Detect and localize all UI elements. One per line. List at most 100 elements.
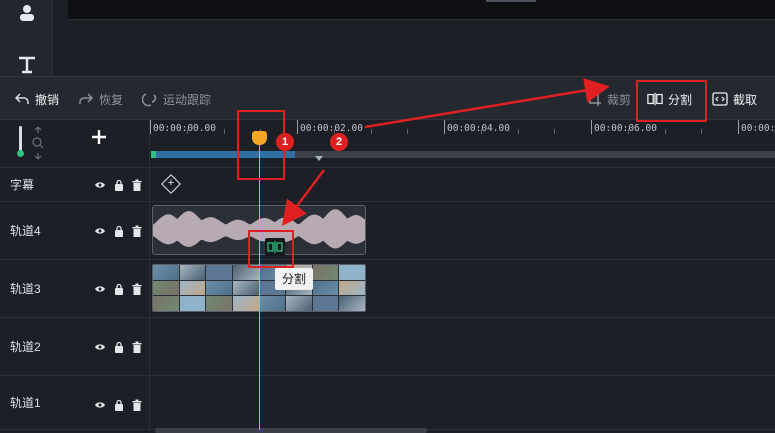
eye-icon[interactable]: [94, 283, 106, 295]
video-thumbnail: [259, 296, 286, 311]
zoom-slider[interactable]: [19, 126, 22, 152]
lock-icon[interactable]: [113, 283, 125, 295]
trim-button[interactable]: 截取: [712, 77, 757, 121]
track-name: 字幕: [10, 178, 35, 192]
eye-icon[interactable]: [94, 399, 106, 411]
lock-icon[interactable]: [113, 225, 125, 237]
eye-icon[interactable]: [94, 341, 106, 353]
motion-tracking-icon: [142, 93, 157, 107]
track-header: 轨道4: [0, 202, 150, 259]
video-thumbnail: [153, 280, 179, 296]
text-icon[interactable]: [16, 56, 38, 78]
top-area: [0, 0, 775, 76]
trash-icon[interactable]: [131, 399, 143, 411]
annotation-box-split-button: [636, 80, 707, 122]
video-thumbnail: [206, 280, 232, 296]
track-row-1: 轨道1: [0, 376, 775, 430]
ruler-tick-label: 00:00:08.00: [741, 123, 775, 134]
ruler-minor-tick: [481, 129, 482, 134]
lock-icon[interactable]: [113, 341, 125, 353]
eye-icon[interactable]: [94, 225, 106, 237]
undo-button[interactable]: 撤销: [14, 77, 59, 121]
track-4-lane[interactable]: [150, 202, 775, 259]
ruler-tick-label: 00:00:04.00: [447, 123, 510, 134]
motion-tracking-label: 运动跟踪: [163, 92, 212, 107]
track-2-lane[interactable]: [150, 318, 775, 375]
lock-icon[interactable]: [113, 179, 125, 191]
zoom-slider-knob[interactable]: [17, 150, 24, 157]
horizontal-scrollbar[interactable]: [155, 428, 427, 433]
video-thumbnail: [286, 296, 312, 311]
trash-icon[interactable]: [131, 179, 143, 191]
trash-icon[interactable]: [131, 283, 143, 295]
redo-label: 恢复: [99, 92, 124, 107]
ruler-major-tick: [444, 120, 445, 134]
track-1-lane[interactable]: [150, 376, 775, 429]
track-3-lane[interactable]: [150, 260, 775, 317]
undo-icon: [14, 93, 29, 104]
track-header: 轨道3: [0, 260, 150, 317]
video-thumbnail: [339, 265, 365, 280]
track-name: 轨道3: [10, 282, 41, 296]
ruler-minor-tick: [224, 129, 225, 134]
track-row-3: 轨道3: [0, 260, 775, 318]
ruler-tick-label: 00:00:06.00: [594, 123, 657, 134]
ruler-minor-tick: [628, 129, 629, 134]
ruler-minor-tick: [407, 129, 408, 134]
crop-button[interactable]: 裁剪: [586, 77, 631, 121]
timeline-start-marker: [151, 151, 156, 158]
split-tooltip: 分割: [275, 268, 313, 290]
annotation-box-clip-split: [248, 230, 294, 268]
video-thumbnail: [312, 265, 339, 280]
add-track-button[interactable]: [88, 128, 110, 150]
ruler-minor-tick: [187, 129, 188, 134]
zoom-icon: [31, 126, 45, 160]
ruler-major-tick: [297, 120, 298, 134]
ruler-minor-tick: [518, 129, 519, 134]
eye-icon[interactable]: [94, 179, 106, 191]
ruler-minor-tick: [701, 129, 702, 134]
video-thumbnail: [312, 296, 339, 311]
video-thumbnail: [339, 280, 365, 296]
timeline-ruler-row: 00:00:00.00 00:00:02.00 00:00:04.00 00:0…: [0, 120, 775, 168]
ruler-minor-tick: [665, 129, 666, 134]
trim-label: 截取: [733, 92, 758, 107]
undo-label: 撤销: [35, 92, 60, 107]
preview-resize-handle[interactable]: [486, 0, 536, 2]
crop-icon: [587, 92, 601, 106]
video-thumbnail: [206, 265, 232, 280]
annotation-badge-2: 2: [330, 133, 348, 151]
add-subtitle-icon[interactable]: +: [161, 174, 181, 194]
video-thumbnail: [232, 280, 259, 296]
person-icon[interactable]: [16, 4, 38, 26]
track-name: 轨道2: [10, 340, 41, 354]
trash-icon[interactable]: [131, 341, 143, 353]
track-row-subtitle: 字幕 +: [0, 168, 775, 202]
track-header: 轨道2: [0, 318, 150, 375]
playhead-line: [259, 140, 260, 430]
video-thumbnail: [179, 265, 206, 280]
left-tool-rail: [0, 0, 53, 76]
track-header: 轨道1: [0, 376, 150, 429]
trash-icon[interactable]: [131, 225, 143, 237]
track-name: 轨道1: [10, 396, 41, 410]
ruler-major-tick: [591, 120, 592, 134]
ruler-tick-label: 00:00:02.00: [300, 123, 363, 134]
redo-icon: [79, 93, 94, 104]
video-thumbnail: [153, 296, 179, 311]
ruler-tick-label: 00:00:00.00: [153, 123, 216, 134]
trim-icon: [712, 92, 728, 106]
crop-label: 裁剪: [607, 92, 632, 107]
motion-tracking-button[interactable]: 运动跟踪: [142, 77, 211, 121]
video-thumbnail: [312, 280, 339, 296]
ruler-major-tick: [738, 120, 739, 134]
annotation-badge-1: 1: [276, 133, 294, 151]
video-thumbnail: [206, 296, 232, 311]
redo-button[interactable]: 恢复: [78, 77, 123, 121]
video-thumbnail: [153, 265, 179, 280]
timeline-controls: [0, 120, 150, 168]
lock-icon[interactable]: [113, 399, 125, 411]
video-thumbnail: [232, 296, 259, 311]
video-thumbnail: [179, 280, 206, 296]
video-thumbnail: [179, 296, 206, 311]
